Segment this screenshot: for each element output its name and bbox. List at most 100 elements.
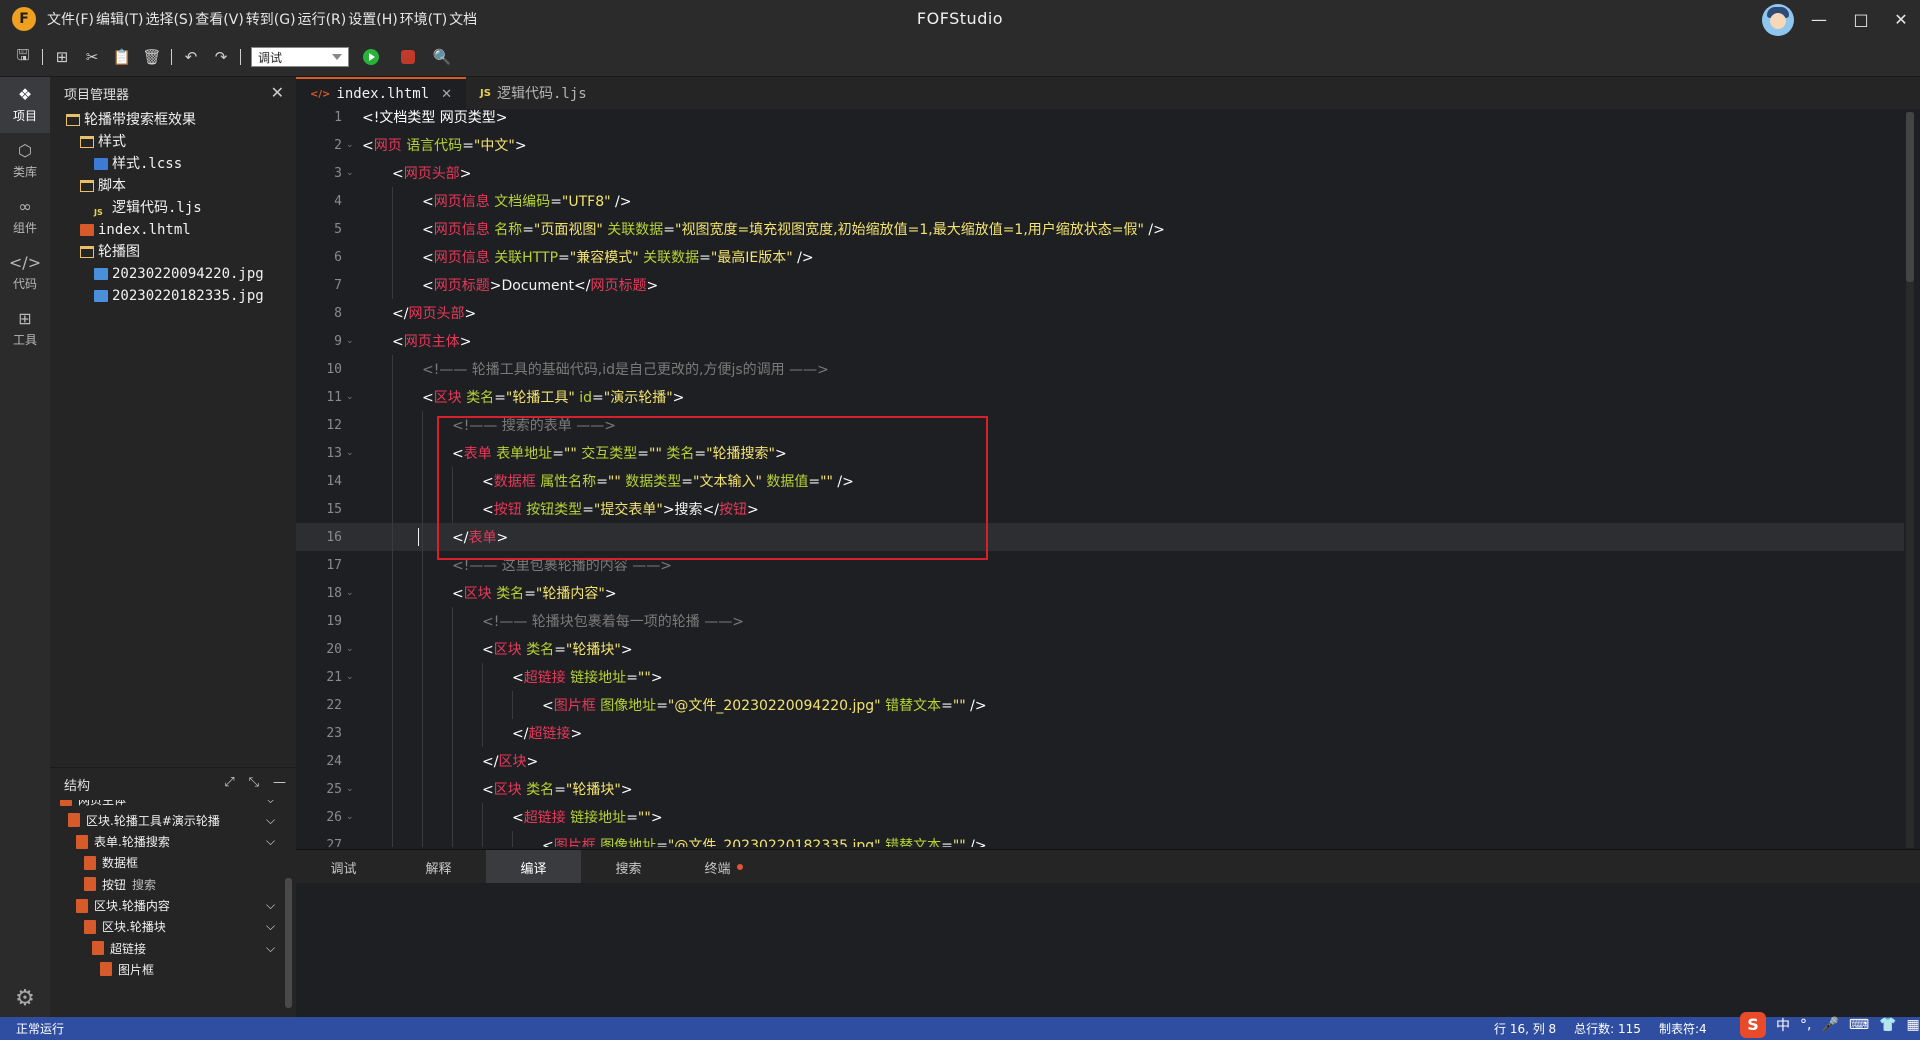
new-file-icon[interactable]: ⊞	[47, 42, 77, 72]
status-cursor-position[interactable]: 行 16, 列 8	[1494, 1020, 1556, 1037]
code-line[interactable]: 7 <网页标题>Document</网页标题>	[296, 271, 1904, 299]
code-line[interactable]: 27 <图片框 图像地址="@文件_20230220182335.jpg" 错替文…	[296, 831, 1904, 848]
code-line[interactable]: 10 <!—— 轮播工具的基础代码,id是自己更改的,方便js的调用 ——>	[296, 355, 1904, 383]
menu-item[interactable]: 设置(H)	[347, 9, 398, 29]
menu-item[interactable]: 转到(G)	[245, 9, 297, 29]
cut-icon[interactable]: ✂	[77, 42, 107, 72]
status-tab-size[interactable]: 制表符:4	[1659, 1020, 1707, 1037]
skin-icon[interactable]: 👕	[1879, 1017, 1896, 1033]
undo-icon[interactable]: ↶	[176, 42, 206, 72]
code-line[interactable]: 13 ⌄ <表单 表单地址="" 交互类型="" 类名="轮播搜索">	[296, 439, 1904, 467]
code-line[interactable]: 19 <!—— 轮播块包裹着每一项的轮播 ——>	[296, 607, 1904, 635]
save-icon[interactable]: 🖫	[8, 42, 38, 72]
fold-chevron-icon[interactable]: ⌄	[346, 784, 356, 794]
code-line[interactable]: 15 <按钮 按钮类型="提交表单">搜索</按钮>	[296, 495, 1904, 523]
ime-punctuation[interactable]: °,	[1800, 1017, 1811, 1033]
ime-language[interactable]: 中	[1776, 1015, 1790, 1035]
run-icon[interactable]	[363, 49, 379, 65]
chevron-down-icon[interactable]: ⌵	[266, 800, 275, 807]
structure-scrollbar[interactable]	[285, 878, 292, 1008]
menu-item[interactable]: 文件(F)	[46, 9, 95, 29]
activity-item[interactable]: </> 代码	[0, 245, 50, 301]
chevron-down-icon[interactable]: ⌵	[266, 941, 275, 956]
minimize-panel-icon[interactable]: —	[273, 775, 286, 790]
bottom-tab[interactable]: 终端	[676, 850, 771, 884]
code-line[interactable]: 5 <网页信息 名称="页面视图" 关联数据="视图宽度=填充视图宽度,初始缩放值…	[296, 215, 1904, 243]
tree-item[interactable]: 轮播带搜索框效果	[50, 109, 296, 131]
bottom-tab[interactable]: 编译	[486, 850, 581, 884]
bottom-tab[interactable]: 调试	[296, 850, 391, 884]
ime-menu-icon[interactable]: ▦	[1907, 1017, 1920, 1033]
close-tab-icon[interactable]: ✕	[441, 87, 452, 102]
minimize-icon[interactable]: —	[1796, 0, 1842, 38]
code-line[interactable]: 20 ⌄ <区块 类名="轮播块">	[296, 635, 1904, 663]
code-line[interactable]: 9 ⌄ <网页主体>	[296, 327, 1904, 355]
code-line[interactable]: 22 <图片框 图像地址="@文件_20230220094220.jpg" 错替文…	[296, 691, 1904, 719]
chevron-down-icon[interactable]: ⌵	[266, 898, 275, 913]
tree-item[interactable]: JS 逻辑代码.ljs	[50, 197, 296, 219]
code-line[interactable]: 4 <网页信息 文档编码="UTF8" />	[296, 187, 1904, 215]
fold-chevron-icon[interactable]: ⌄	[346, 448, 356, 458]
tree-item[interactable]: 样式	[50, 131, 296, 153]
fold-chevron-icon[interactable]: ⌄	[346, 336, 356, 346]
code-line[interactable]: 3 ⌄ <网页头部>	[296, 159, 1904, 187]
chevron-down-icon[interactable]: ⌵	[266, 919, 275, 934]
redo-icon[interactable]: ↷	[206, 42, 236, 72]
tree-item[interactable]: 20230220094220.jpg	[50, 263, 296, 285]
keyboard-icon[interactable]: ⌨	[1849, 1017, 1869, 1033]
activity-item[interactable]: ❖ 项目	[0, 77, 50, 133]
code-line[interactable]: 12 <!—— 搜索的表单 ——>	[296, 411, 1904, 439]
menu-item[interactable]: 文档	[448, 9, 478, 29]
code-line[interactable]: 26 ⌄ <超链接 链接地址="">	[296, 803, 1904, 831]
bottom-tab[interactable]: 解释	[391, 850, 486, 884]
sogou-ime-icon[interactable]: S	[1740, 1011, 1766, 1038]
code-editor[interactable]: 1 <!文档类型 网页类型> 2 ⌄ <网页 语言代码="中文"> 3 ⌄ <网页头部> 4 <网…	[296, 109, 1904, 847]
menu-item[interactable]: 环境(T)	[399, 9, 448, 29]
microphone-icon[interactable]: 🎤	[1821, 1017, 1838, 1033]
menu-item[interactable]: 查看(V)	[194, 9, 245, 29]
activity-item[interactable]: ⬡ 类库	[0, 133, 50, 189]
fold-chevron-icon[interactable]: ⌄	[346, 140, 356, 150]
settings-gear-icon[interactable]: ⚙	[10, 983, 40, 1013]
code-line[interactable]: 21 ⌄ <超链接 链接地址="">	[296, 663, 1904, 691]
code-line[interactable]: 11 ⌄ <区块 类名="轮播工具" id="演示轮播">	[296, 383, 1904, 411]
code-line[interactable]: 18 ⌄ <区块 类名="轮播内容">	[296, 579, 1904, 607]
code-line[interactable]: 16 </表单>	[296, 523, 1904, 551]
expand-all-icon[interactable]: ⤢	[224, 775, 234, 790]
code-line[interactable]: 24 </区块>	[296, 747, 1904, 775]
editor-tab[interactable]: JS 逻辑代码.ljs	[466, 77, 601, 109]
fold-chevron-icon[interactable]: ⌄	[346, 644, 356, 654]
code-line[interactable]: 14 <数据框 属性名称="" 数据类型="文本输入" 数据值="" />	[296, 467, 1904, 495]
run-mode-select[interactable]: 调试	[251, 47, 349, 67]
close-window-icon[interactable]: ✕	[1878, 0, 1920, 38]
scrollbar-thumb[interactable]	[1906, 112, 1914, 282]
code-line[interactable]: 1 <!文档类型 网页类型>	[296, 109, 1904, 131]
tree-item[interactable]: index.lhtml	[50, 219, 296, 241]
activity-item[interactable]: ⊞ 工具	[0, 301, 50, 357]
chevron-down-icon[interactable]: ⌵	[266, 834, 275, 849]
collapse-all-icon[interactable]: ⤡	[249, 775, 259, 790]
tree-item[interactable]: 轮播图	[50, 241, 296, 263]
code-line[interactable]: 25 ⌄ <区块 类名="轮播块">	[296, 775, 1904, 803]
close-icon[interactable]: ✕	[271, 83, 284, 102]
activity-item[interactable]: ∞ 组件	[0, 189, 50, 245]
code-line[interactable]: 17 <!—— 这里包裹轮播的内容 ——>	[296, 551, 1904, 579]
code-line[interactable]: 8 </网页头部>	[296, 299, 1904, 327]
menu-item[interactable]: 运行(R)	[297, 9, 348, 29]
fold-chevron-icon[interactable]: ⌄	[346, 168, 356, 178]
user-avatar[interactable]	[1762, 4, 1794, 36]
stop-debug-icon[interactable]	[401, 50, 415, 64]
code-line[interactable]: 6 <网页信息 关联HTTP="兼容模式" 关联数据="最高IE版本" />	[296, 243, 1904, 271]
fold-chevron-icon[interactable]: ⌄	[346, 588, 356, 598]
tree-item[interactable]: 脚本	[50, 175, 296, 197]
code-line[interactable]: 23 </超链接>	[296, 719, 1904, 747]
preview-icon[interactable]: 🔍	[427, 42, 457, 72]
structure-item[interactable]: 图片框	[100, 956, 296, 982]
menu-item[interactable]: 选择(S)	[144, 9, 194, 29]
delete-icon[interactable]: 🗑	[137, 42, 167, 72]
fold-chevron-icon[interactable]: ⌄	[346, 672, 356, 682]
bottom-tab[interactable]: 搜索	[581, 850, 676, 884]
tree-item[interactable]: 20230220182335.jpg	[50, 285, 296, 307]
menu-item[interactable]: 编辑(T)	[95, 9, 144, 29]
fold-chevron-icon[interactable]: ⌄	[346, 392, 356, 402]
